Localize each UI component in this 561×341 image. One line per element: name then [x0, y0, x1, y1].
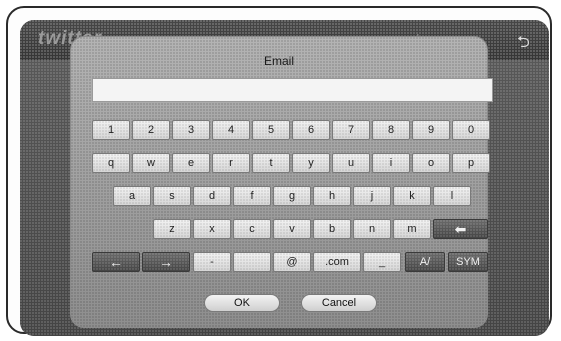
key-j[interactable]: j [353, 186, 391, 206]
key-w[interactable]: w [132, 153, 170, 173]
key-at[interactable]: @ [273, 252, 311, 272]
key-3[interactable]: 3 [172, 120, 210, 140]
key-e[interactable]: e [172, 153, 210, 173]
key-d[interactable]: d [193, 186, 231, 206]
key-k[interactable]: k [393, 186, 431, 206]
key-b[interactable]: b [313, 219, 351, 239]
key-4[interactable]: 4 [212, 120, 250, 140]
dialog-title: Email [263, 54, 294, 68]
key-i[interactable]: i [372, 153, 410, 173]
key-8[interactable]: 8 [372, 120, 410, 140]
key-underscore[interactable]: _ [363, 252, 401, 272]
symbol-key[interactable]: SYM [448, 252, 488, 272]
key-r[interactable]: r [212, 153, 250, 173]
key-0[interactable]: 0 [452, 120, 490, 140]
key-g[interactable]: g [273, 186, 311, 206]
right-arrow-key[interactable]: → [142, 252, 190, 272]
key-p[interactable]: p [452, 153, 490, 173]
key-v[interactable]: v [273, 219, 311, 239]
key-y[interactable]: y [292, 153, 330, 173]
key-n[interactable]: n [353, 219, 391, 239]
device-frame: twitter | ▲ ⮌ Email 1 2 3 4 5 6 7 8 9 0 … [6, 6, 552, 336]
cancel-button[interactable]: Cancel [301, 294, 377, 312]
key-o[interactable]: o [412, 153, 450, 173]
key-q[interactable]: q [92, 153, 130, 173]
left-arrow-key[interactable]: ← [92, 252, 140, 272]
key-7[interactable]: 7 [332, 120, 370, 140]
key-a[interactable]: a [113, 186, 151, 206]
key-h[interactable]: h [313, 186, 351, 206]
key-9[interactable]: 9 [412, 120, 450, 140]
key-s[interactable]: s [153, 186, 191, 206]
key-2[interactable]: 2 [132, 120, 170, 140]
key-l[interactable]: l [433, 186, 471, 206]
key-dotcom[interactable]: .com [313, 252, 361, 272]
key-t[interactable]: t [252, 153, 290, 173]
key-dash[interactable]: - [193, 252, 231, 272]
key-1[interactable]: 1 [92, 120, 130, 140]
ok-button[interactable]: OK [204, 294, 280, 312]
email-input[interactable] [92, 78, 493, 102]
email-keyboard-dialog: Email 1 2 3 4 5 6 7 8 9 0 q w e r t y u … [70, 36, 493, 328]
key-u[interactable]: u [332, 153, 370, 173]
key-c[interactable]: c [233, 219, 271, 239]
key-m[interactable]: m [393, 219, 431, 239]
key-x[interactable]: x [193, 219, 231, 239]
back-icon[interactable]: ⮌ [517, 31, 530, 58]
key-6[interactable]: 6 [292, 120, 330, 140]
key-z[interactable]: z [153, 219, 191, 239]
case-toggle-key[interactable]: A/ [405, 252, 445, 272]
key-blank[interactable] [233, 252, 271, 272]
backspace-key[interactable]: ⬅ [433, 219, 488, 239]
key-f[interactable]: f [233, 186, 271, 206]
key-5[interactable]: 5 [252, 120, 290, 140]
